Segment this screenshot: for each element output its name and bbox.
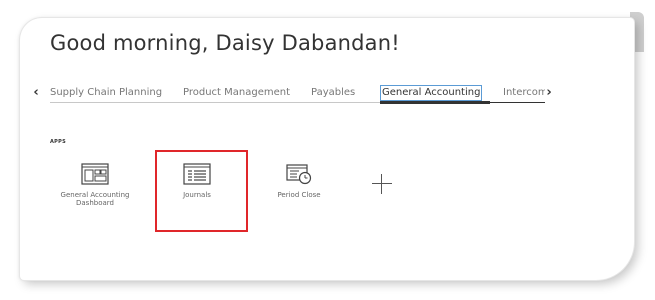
plus-icon[interactable] [370, 172, 394, 196]
tab-intercompany[interactable]: Intercompany [503, 85, 545, 101]
active-tab-indicator [380, 101, 490, 104]
tabs-divider-right [490, 102, 545, 103]
app-label-period-close: Period Close [277, 191, 321, 199]
app-tile-period-close[interactable]: Period Close [264, 163, 334, 243]
page-greeting: Good morning, Daisy Dabandan! [50, 31, 400, 55]
period-close-icon [286, 164, 312, 185]
app-tile-general-accounting-dashboard[interactable]: General Accounting Dashboard [60, 163, 130, 243]
dashboard-icon [81, 163, 109, 185]
tab-payables[interactable]: Payables [311, 85, 355, 101]
tab-product-management[interactable]: Product Management [183, 85, 290, 101]
journals-highlight-box [155, 150, 248, 232]
apps-section-label: APPS [50, 139, 66, 145]
tab-general-accounting[interactable]: General Accounting [380, 85, 483, 101]
tabs-scroll-left-icon[interactable]: ‹ [30, 86, 42, 100]
app-label-general-accounting-dashboard: General Accounting Dashboard [60, 191, 130, 207]
tab-supply-chain-planning[interactable]: Supply Chain Planning [50, 85, 162, 101]
